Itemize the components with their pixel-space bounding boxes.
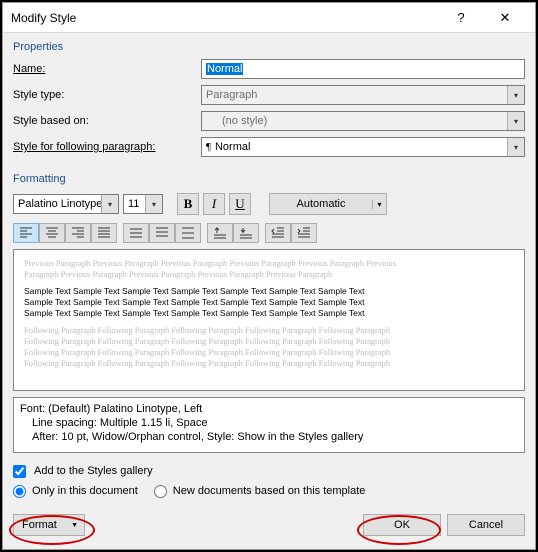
chevron-down-icon: ▾ [507, 112, 524, 130]
align-right-button[interactable] [65, 223, 91, 243]
window-title: Modify Style [11, 11, 439, 25]
align-left-button[interactable] [13, 223, 39, 243]
line-spacing-icon [181, 227, 195, 239]
add-gallery-label: Add to the Styles gallery [34, 465, 153, 477]
italic-button[interactable]: I [203, 193, 225, 215]
caret-down-icon: ▼ [71, 522, 78, 529]
properties-heading: Properties [3, 33, 535, 57]
titlebar: Modify Style ? ✕ [3, 3, 535, 33]
indent-right-icon [297, 227, 311, 239]
based-on-dropdown[interactable]: (no style) ▾ [201, 111, 525, 131]
indent-left-icon [271, 227, 285, 239]
chevron-down-icon: ▾ [145, 195, 162, 213]
new-documents-radio[interactable] [154, 485, 167, 498]
chevron-down-icon: ▾ [507, 138, 524, 156]
font-dropdown[interactable]: Palatino Linotype ▾ [13, 194, 119, 214]
following-dropdown[interactable]: ¶ Normal ▾ [201, 137, 525, 157]
name-label: Name: [13, 63, 201, 75]
based-on-label: Style based on: [13, 115, 201, 127]
indent-right-button[interactable] [291, 223, 317, 243]
spacing-3-button[interactable] [175, 223, 201, 243]
para-before-inc-button[interactable] [207, 223, 233, 243]
size-dropdown[interactable]: 11 ▾ [123, 194, 163, 214]
line-spacing-icon [129, 227, 143, 239]
align-left-icon [19, 227, 33, 239]
align-justify-button[interactable] [91, 223, 117, 243]
bold-button[interactable]: B [177, 193, 199, 215]
align-right-icon [71, 227, 85, 239]
help-button[interactable]: ? [439, 3, 483, 33]
cancel-button[interactable]: Cancel [447, 514, 525, 536]
description-box: Font: (Default) Palatino Linotype, Left … [13, 397, 525, 453]
formatting-heading: Formatting [3, 165, 535, 189]
pilcrow-icon: ¶ [206, 141, 211, 153]
underline-button[interactable]: U [229, 193, 251, 215]
chevron-down-icon: ▾ [101, 195, 118, 213]
color-dropdown[interactable]: Automatic ▾ [269, 193, 387, 215]
para-before-dec-button[interactable] [233, 223, 259, 243]
spacing-2-button[interactable] [149, 223, 175, 243]
only-document-label: Only in this document [32, 485, 138, 497]
para-spacing-icon [239, 227, 253, 239]
para-spacing-icon [213, 227, 227, 239]
name-input[interactable]: Normal [201, 59, 525, 79]
align-center-icon [45, 227, 59, 239]
close-button[interactable]: ✕ [483, 3, 527, 33]
indent-left-button[interactable] [265, 223, 291, 243]
only-document-radio[interactable] [13, 485, 26, 498]
type-label: Style type: [13, 89, 201, 101]
preview-panel: Previous Paragraph Previous Paragraph Pr… [13, 249, 525, 391]
chevron-down-icon: ▾ [507, 86, 524, 104]
add-gallery-checkbox[interactable] [13, 465, 26, 478]
new-documents-label: New documents based on this template [173, 485, 366, 497]
modify-style-dialog: Modify Style ? ✕ Properties Name: Normal… [2, 2, 536, 550]
ok-button[interactable]: OK [363, 514, 441, 536]
following-label: Style for following paragraph: [13, 141, 201, 153]
align-center-button[interactable] [39, 223, 65, 243]
format-button[interactable]: Format ▼ [13, 514, 85, 536]
line-spacing-icon [155, 227, 169, 239]
align-justify-icon [97, 227, 111, 239]
type-dropdown[interactable]: Paragraph ▾ [201, 85, 525, 105]
chevron-down-icon: ▾ [372, 200, 386, 209]
spacing-1-button[interactable] [123, 223, 149, 243]
